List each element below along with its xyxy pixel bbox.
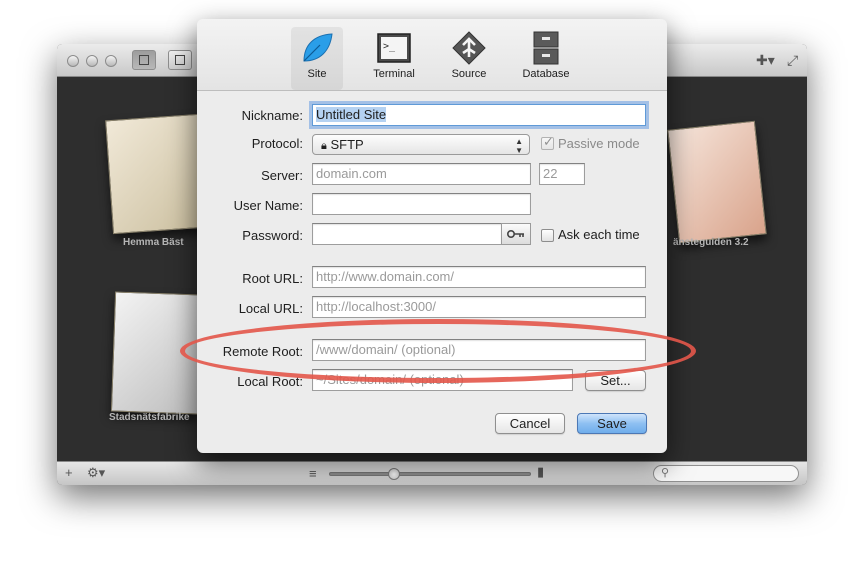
site-thumbnail[interactable]	[667, 120, 767, 244]
protocol-value: SFTP	[330, 137, 364, 152]
tab-site-label: Site	[307, 68, 327, 80]
add-site-icon[interactable]: +	[65, 465, 73, 480]
add-menu-icon[interactable]: ✚▾	[756, 52, 775, 69]
username-label: User Name:	[233, 198, 303, 213]
zoom-window-button[interactable]	[105, 55, 117, 67]
new-site-dialog: Site >_ Terminal Source Database Nicknam…	[197, 19, 667, 453]
tab-terminal[interactable]: >_ Terminal	[367, 31, 421, 87]
svg-text:>_: >_	[383, 41, 396, 52]
local-url-label: Local URL:	[238, 301, 303, 316]
ask-each-time-checkbox[interactable]	[541, 229, 554, 242]
leaf-icon	[303, 33, 333, 62]
close-window-button[interactable]	[67, 55, 79, 67]
password-field[interactable]	[312, 223, 502, 245]
site-label: änsteguiden 3.2	[673, 237, 749, 248]
grid-view-button[interactable]	[132, 50, 156, 70]
lock-icon: 🔒︎	[321, 140, 327, 152]
ask-each-time-label: Ask each time	[558, 227, 640, 242]
search-field[interactable]: ⚲	[653, 465, 799, 482]
search-icon: ⚲	[661, 467, 670, 479]
site-label: Hemma Bäst	[123, 237, 184, 248]
password-label: Password:	[242, 228, 303, 243]
dialog-toolbar: Site >_ Terminal Source Database	[197, 19, 667, 91]
zoom-slider-knob[interactable]	[388, 468, 400, 480]
database-icon	[533, 31, 559, 65]
list-view-button[interactable]	[168, 50, 192, 70]
grid-view-icon	[139, 55, 149, 65]
save-button[interactable]: Save	[577, 413, 647, 434]
site-label: Stadsnätsfabrike	[109, 412, 190, 423]
tab-database[interactable]: Database	[519, 31, 573, 87]
popup-arrows-icon: ▲ ▼	[515, 137, 523, 155]
local-url-field[interactable]: http://localhost:3000/	[312, 296, 646, 318]
cancel-button[interactable]: Cancel	[495, 413, 565, 434]
tab-source-label: Source	[451, 68, 487, 80]
fullscreen-icon[interactable]: ⤢	[787, 52, 798, 69]
nickname-value: Untitled Site	[316, 107, 387, 122]
tab-site[interactable]: Site	[291, 27, 343, 90]
nickname-label: Nickname:	[241, 108, 303, 123]
bottom-bar: + ⚙▾ ≡ ▮ ⚲	[57, 461, 807, 485]
large-size-icon: ▮	[537, 464, 545, 479]
list-size-icon: ≡	[309, 466, 317, 481]
port-field[interactable]: 22	[539, 163, 585, 185]
protocol-popup[interactable]: 🔒︎ SFTP ▲ ▼	[312, 134, 530, 155]
keychain-button[interactable]	[501, 223, 531, 245]
checkmark-icon: ✓	[543, 134, 554, 149]
source-icon	[452, 31, 486, 65]
nickname-field[interactable]: Untitled Site	[312, 104, 646, 126]
tab-source[interactable]: Source	[449, 31, 489, 87]
minimize-window-button[interactable]	[86, 55, 98, 67]
server-label: Server:	[261, 168, 303, 183]
root-url-field[interactable]: http://www.domain.com/	[312, 266, 646, 288]
protocol-label: Protocol:	[251, 136, 303, 151]
passive-mode-checkbox[interactable]: ✓	[541, 134, 554, 150]
gear-menu-icon[interactable]: ⚙▾	[87, 465, 105, 481]
site-thumbnail[interactable]	[105, 113, 207, 235]
list-view-icon	[175, 55, 185, 65]
server-field[interactable]: domain.com	[312, 163, 531, 185]
terminal-icon: >_	[377, 33, 411, 63]
key-icon	[507, 230, 524, 238]
tab-terminal-label: Terminal	[373, 68, 415, 80]
zoom-slider[interactable]	[329, 472, 531, 476]
passive-mode-label: Passive mode	[558, 136, 640, 151]
root-url-label: Root URL:	[242, 271, 303, 286]
username-field[interactable]	[312, 193, 531, 215]
tab-database-label: Database	[522, 68, 570, 80]
highlight-ellipse	[180, 319, 696, 383]
